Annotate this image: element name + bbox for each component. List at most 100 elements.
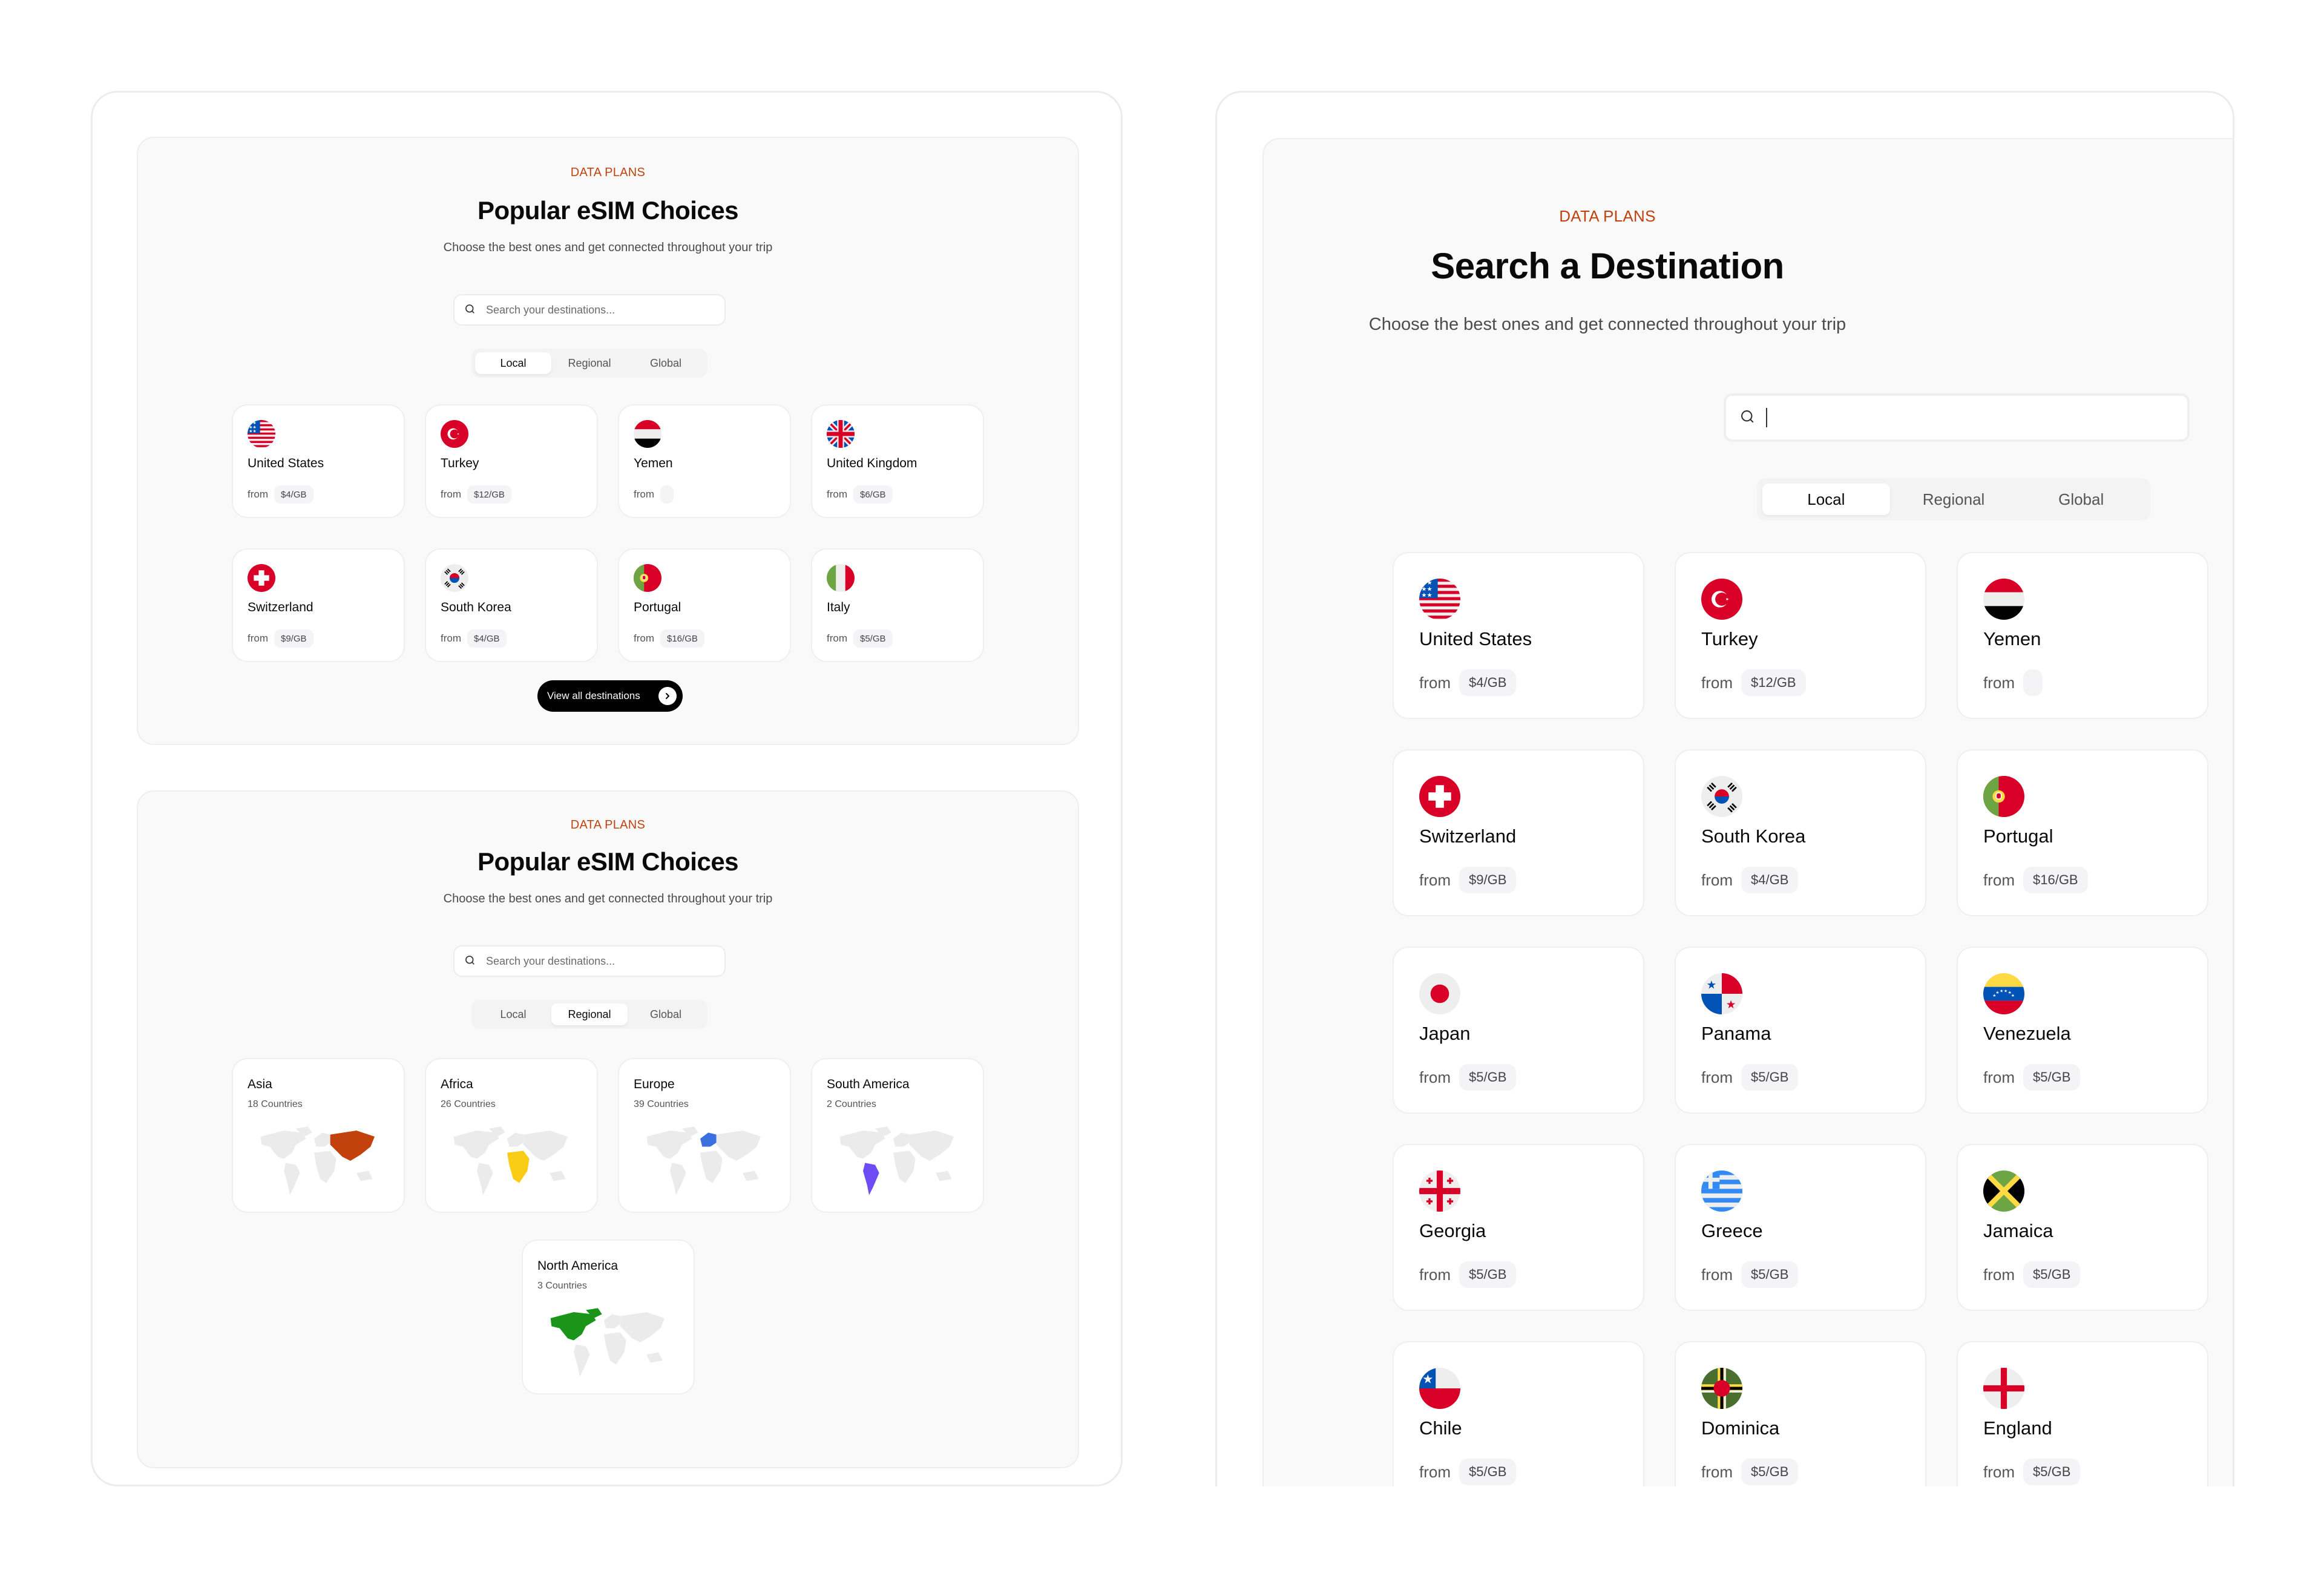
us-flag-icon: ★★ ★★ ★★ (248, 420, 275, 448)
region-card[interactable]: Africa 26 Countries (425, 1058, 598, 1213)
from-label: from (1419, 870, 1451, 889)
country-card[interactable]: Portugal from $16/GB (618, 548, 791, 662)
section-title: Popular eSIM Choices (477, 847, 739, 876)
tab-regional[interactable]: Regional (551, 1003, 628, 1025)
country-card[interactable]: Yemen from (1957, 552, 2208, 719)
map-af (893, 1151, 916, 1183)
from-label: from (1701, 673, 1733, 692)
from-label: from (1419, 1265, 1451, 1284)
country-card[interactable]: Italy from $5/GB (811, 548, 984, 662)
price-badge: $5/GB (1459, 1459, 1517, 1485)
region-name: South America (827, 1077, 910, 1091)
country-card[interactable]: ★ ★ ★ ★ ★ ★ Venezuela from $5/GB (1957, 947, 2208, 1114)
country-card[interactable]: Georgia from $5/GB (1393, 1144, 1644, 1311)
country-card[interactable]: ★ Chile from $5/GB (1393, 1341, 1644, 1486)
country-card[interactable]: Greece from $5/GB (1675, 1144, 1926, 1311)
search-input[interactable] (486, 954, 724, 968)
view-all-destinations-button[interactable]: View all destinations (537, 680, 683, 712)
map-sa (284, 1163, 300, 1195)
svg-text:★: ★ (2011, 994, 2015, 998)
search-destination-section: DATA PLANS Search a Destination Choose t… (1262, 138, 2233, 1486)
destination-search-focused[interactable] (1724, 393, 2190, 442)
country-card[interactable]: United Kingdom from $6/GB (811, 404, 984, 518)
destination-search[interactable] (453, 294, 726, 326)
country-card[interactable]: Switzerland from $9/GB (232, 548, 405, 662)
map-sa (574, 1344, 590, 1377)
country-card[interactable]: Turkey from $12/GB (425, 404, 598, 518)
from-label: from (827, 632, 847, 644)
region-card[interactable]: Europe 39 Countries (618, 1058, 791, 1213)
country-name: Jamaica (1983, 1220, 2053, 1241)
country-card[interactable]: ★ ★ Panama from $5/GB (1675, 947, 1926, 1114)
dominica-flag-icon (1701, 1368, 1742, 1409)
tab-regional[interactable]: Regional (551, 352, 628, 374)
country-card[interactable]: Switzerland from $9/GB (1393, 749, 1644, 916)
country-card[interactable]: ★★ ★★ ★★ United States from $4/GB (232, 404, 405, 518)
svg-text:★: ★ (2004, 989, 2007, 993)
search-input[interactable] (486, 303, 724, 317)
country-count: 18 Countries (248, 1099, 303, 1109)
from-label: from (1983, 1068, 2015, 1086)
right-showcase-frame: DATA PLANS Search a Destination Choose t… (1215, 91, 2234, 1486)
price-row: from $16/GB (1983, 867, 2088, 893)
price-badge: $12/GB (1741, 669, 1806, 696)
country-name: South Korea (441, 600, 511, 614)
portugal-flag-icon (1983, 776, 2024, 817)
country-card[interactable]: South Korea from $4/GB (425, 548, 598, 662)
map-af (314, 1151, 336, 1183)
country-name: South Korea (1701, 826, 1806, 847)
left-showcase-frame: DATA PLANS Popular eSIM Choices Choose t… (91, 91, 1123, 1486)
from-label: from (634, 488, 654, 500)
page-title: Search a Destination (1431, 246, 1784, 286)
country-card[interactable]: Turkey from $12/GB (1675, 552, 1926, 719)
world-map-icon (634, 1125, 773, 1197)
price-badge (2023, 669, 2043, 696)
panama-flag-icon: ★ ★ (1701, 973, 1742, 1014)
search-icon (1739, 409, 1758, 427)
country-card[interactable]: Japan from $5/GB (1393, 947, 1644, 1114)
country-card[interactable]: Jamaica from $5/GB (1957, 1144, 2208, 1311)
svg-text:★: ★ (1422, 1373, 1433, 1387)
tab-local[interactable]: Local (1762, 484, 1890, 515)
country-name: Dominica (1701, 1417, 1780, 1439)
yemen-flag-icon (634, 420, 661, 448)
country-name: United States (248, 456, 324, 470)
country-card[interactable]: South Korea from $4/GB (1675, 749, 1926, 916)
country-card[interactable]: ★★ ★★ ★★ United States from $4/GB (1393, 552, 1644, 719)
south-korea-flag-icon (1701, 776, 1742, 817)
price-row: from $12/GB (441, 485, 511, 504)
country-card[interactable]: England from $5/GB (1957, 1341, 2208, 1486)
price-badge: $9/GB (1459, 867, 1517, 893)
from-label: from (441, 488, 461, 500)
japan-flag-icon (1419, 973, 1460, 1014)
region-card[interactable]: South America 2 Countries (811, 1058, 984, 1213)
uk-flag-icon (827, 420, 855, 448)
tab-global[interactable]: Global (628, 352, 704, 374)
price-row: from $5/GB (1701, 1064, 1799, 1091)
price-row: from $4/GB (1701, 867, 1799, 893)
from-label: from (441, 632, 461, 644)
portugal-flag-icon (634, 564, 661, 592)
destination-search[interactable] (453, 945, 726, 977)
region-card[interactable]: Asia 18 Countries (232, 1058, 405, 1213)
tab-global[interactable]: Global (628, 1003, 704, 1025)
search-icon (464, 954, 478, 968)
country-card[interactable]: Dominica from $5/GB (1675, 1341, 1926, 1486)
map-sa (670, 1163, 686, 1195)
region-card[interactable]: North America 3 Countries (522, 1239, 695, 1394)
world-map-icon (248, 1125, 387, 1197)
price-badge: $5/GB (1459, 1261, 1517, 1288)
price-row: from $4/GB (441, 629, 507, 648)
search-input[interactable] (1772, 408, 2187, 427)
country-card[interactable]: Portugal from $16/GB (1957, 749, 2208, 916)
country-card[interactable]: Yemen from (618, 404, 791, 518)
tab-local[interactable]: Local (475, 352, 551, 374)
tab-regional[interactable]: Regional (1890, 484, 2018, 515)
section-subtitle: Choose the best ones and get connected t… (443, 892, 773, 905)
tab-global[interactable]: Global (2017, 484, 2145, 515)
country-name: Turkey (441, 456, 479, 470)
price-row: from $9/GB (248, 629, 313, 648)
tab-local[interactable]: Local (475, 1003, 551, 1025)
from-label: from (634, 632, 654, 644)
country-name: Yemen (634, 456, 673, 470)
